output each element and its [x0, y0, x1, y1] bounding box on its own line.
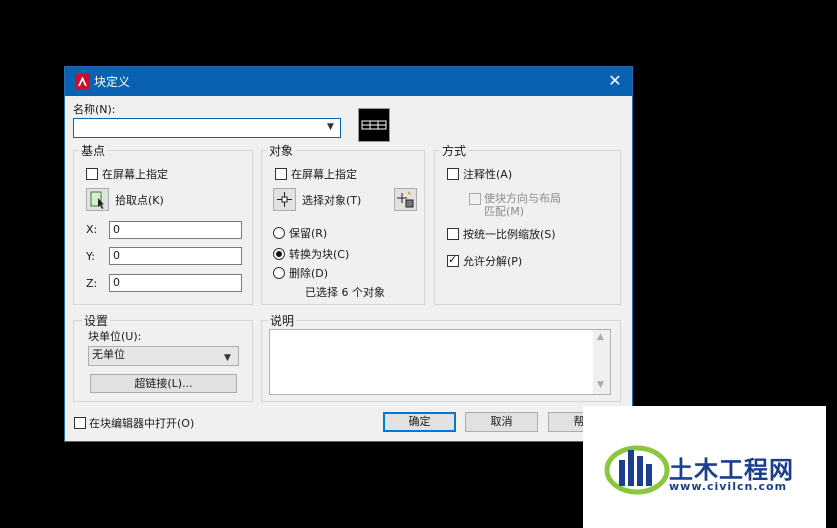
annotative-checkbox[interactable] — [447, 168, 459, 180]
objects-title: 对象 — [267, 142, 296, 159]
z-input[interactable]: 0 — [109, 274, 242, 292]
close-icon[interactable]: ✕ — [601, 69, 629, 93]
base-specify-on-screen-label: 在屏幕上指定 — [102, 168, 168, 181]
settings-title: 设置 — [82, 312, 111, 329]
watermark-url-text: www.civilcn.com — [669, 480, 788, 493]
match-orientation-checkbox[interactable] — [469, 193, 481, 205]
convert-to-block-radio[interactable] — [273, 248, 285, 260]
description-title: 说明 — [268, 312, 297, 329]
chevron-down-icon[interactable]: ▼ — [224, 350, 231, 366]
objects-specify-on-screen-label: 在屏幕上指定 — [291, 168, 357, 181]
x-input[interactable]: 0 — [109, 221, 242, 239]
chevron-down-icon[interactable]: ▼ — [327, 122, 334, 132]
block-preview-icon — [361, 120, 387, 130]
delete-radio[interactable] — [273, 267, 285, 279]
hyperlink-button[interactable]: 超链接(L)... — [90, 374, 237, 393]
ok-button[interactable]: 确定 — [383, 412, 456, 432]
cancel-button[interactable]: 取消 — [465, 412, 538, 432]
description-textarea[interactable]: ▲ ▼ — [269, 329, 611, 395]
watermark-logo: 土木工程网 www.civilcn.com — [583, 406, 826, 528]
pick-point-icon — [90, 191, 104, 209]
pick-point-label: 拾取点(K) — [115, 194, 164, 207]
select-objects-button[interactable] — [273, 188, 296, 211]
dialog-title: 块定义 — [94, 75, 131, 89]
civilcn-logo-icon — [604, 445, 670, 495]
retain-label: 保留(R) — [289, 227, 328, 240]
open-in-editor-checkbox[interactable] — [74, 417, 86, 429]
name-combobox[interactable]: ▼ — [73, 118, 341, 138]
allow-exploding-checkbox[interactable] — [447, 253, 459, 267]
open-in-editor-label: 在块编辑器中打开(O) — [89, 417, 195, 430]
scale-uniformly-checkbox[interactable] — [447, 228, 459, 240]
match-orientation-label-2: 匹配(M) — [484, 205, 525, 218]
block-unit-value: 无单位 — [92, 348, 125, 361]
allow-exploding-label: 允许分解(P) — [463, 255, 523, 268]
y-input[interactable]: 0 — [109, 247, 242, 265]
x-label: X: — [86, 223, 98, 236]
convert-to-block-label: 转换为块(C) — [289, 248, 350, 261]
title-bar[interactable]: 块定义 ✕ — [65, 67, 632, 96]
annotative-label: 注释性(A) — [463, 168, 513, 181]
scale-uniformly-label: 按统一比例缩放(S) — [463, 228, 556, 241]
select-objects-label: 选择对象(T) — [302, 194, 362, 207]
block-definition-dialog: 块定义 ✕ 名称(N): ▼ 基点 在屏幕上指定 拾取点(K) X: 0 Y: … — [64, 66, 633, 442]
scroll-up-icon[interactable]: ▲ — [597, 332, 604, 342]
delete-label: 删除(D) — [289, 267, 329, 280]
z-label: Z: — [86, 277, 98, 290]
behavior-title: 方式 — [440, 142, 469, 159]
base-specify-on-screen-checkbox[interactable] — [86, 168, 98, 180]
block-unit-select[interactable]: 无单位 ▼ — [88, 346, 239, 366]
quick-select-button[interactable] — [394, 188, 417, 211]
block-preview — [358, 108, 390, 142]
block-unit-label: 块单位(U): — [88, 330, 142, 343]
crosshair-icon — [277, 192, 292, 207]
scroll-down-icon[interactable]: ▼ — [597, 380, 604, 390]
retain-radio[interactable] — [273, 227, 285, 239]
selected-count-text: 已选择 6 个对象 — [305, 286, 385, 299]
quick-select-icon — [397, 191, 414, 208]
y-label: Y: — [86, 250, 95, 263]
objects-specify-on-screen-checkbox[interactable] — [275, 168, 287, 180]
autocad-app-icon — [75, 74, 90, 89]
pick-point-button[interactable] — [86, 188, 109, 211]
description-scrollbar[interactable]: ▲ ▼ — [593, 330, 610, 394]
name-label: 名称(N): — [73, 103, 116, 116]
base-point-title: 基点 — [79, 142, 108, 159]
